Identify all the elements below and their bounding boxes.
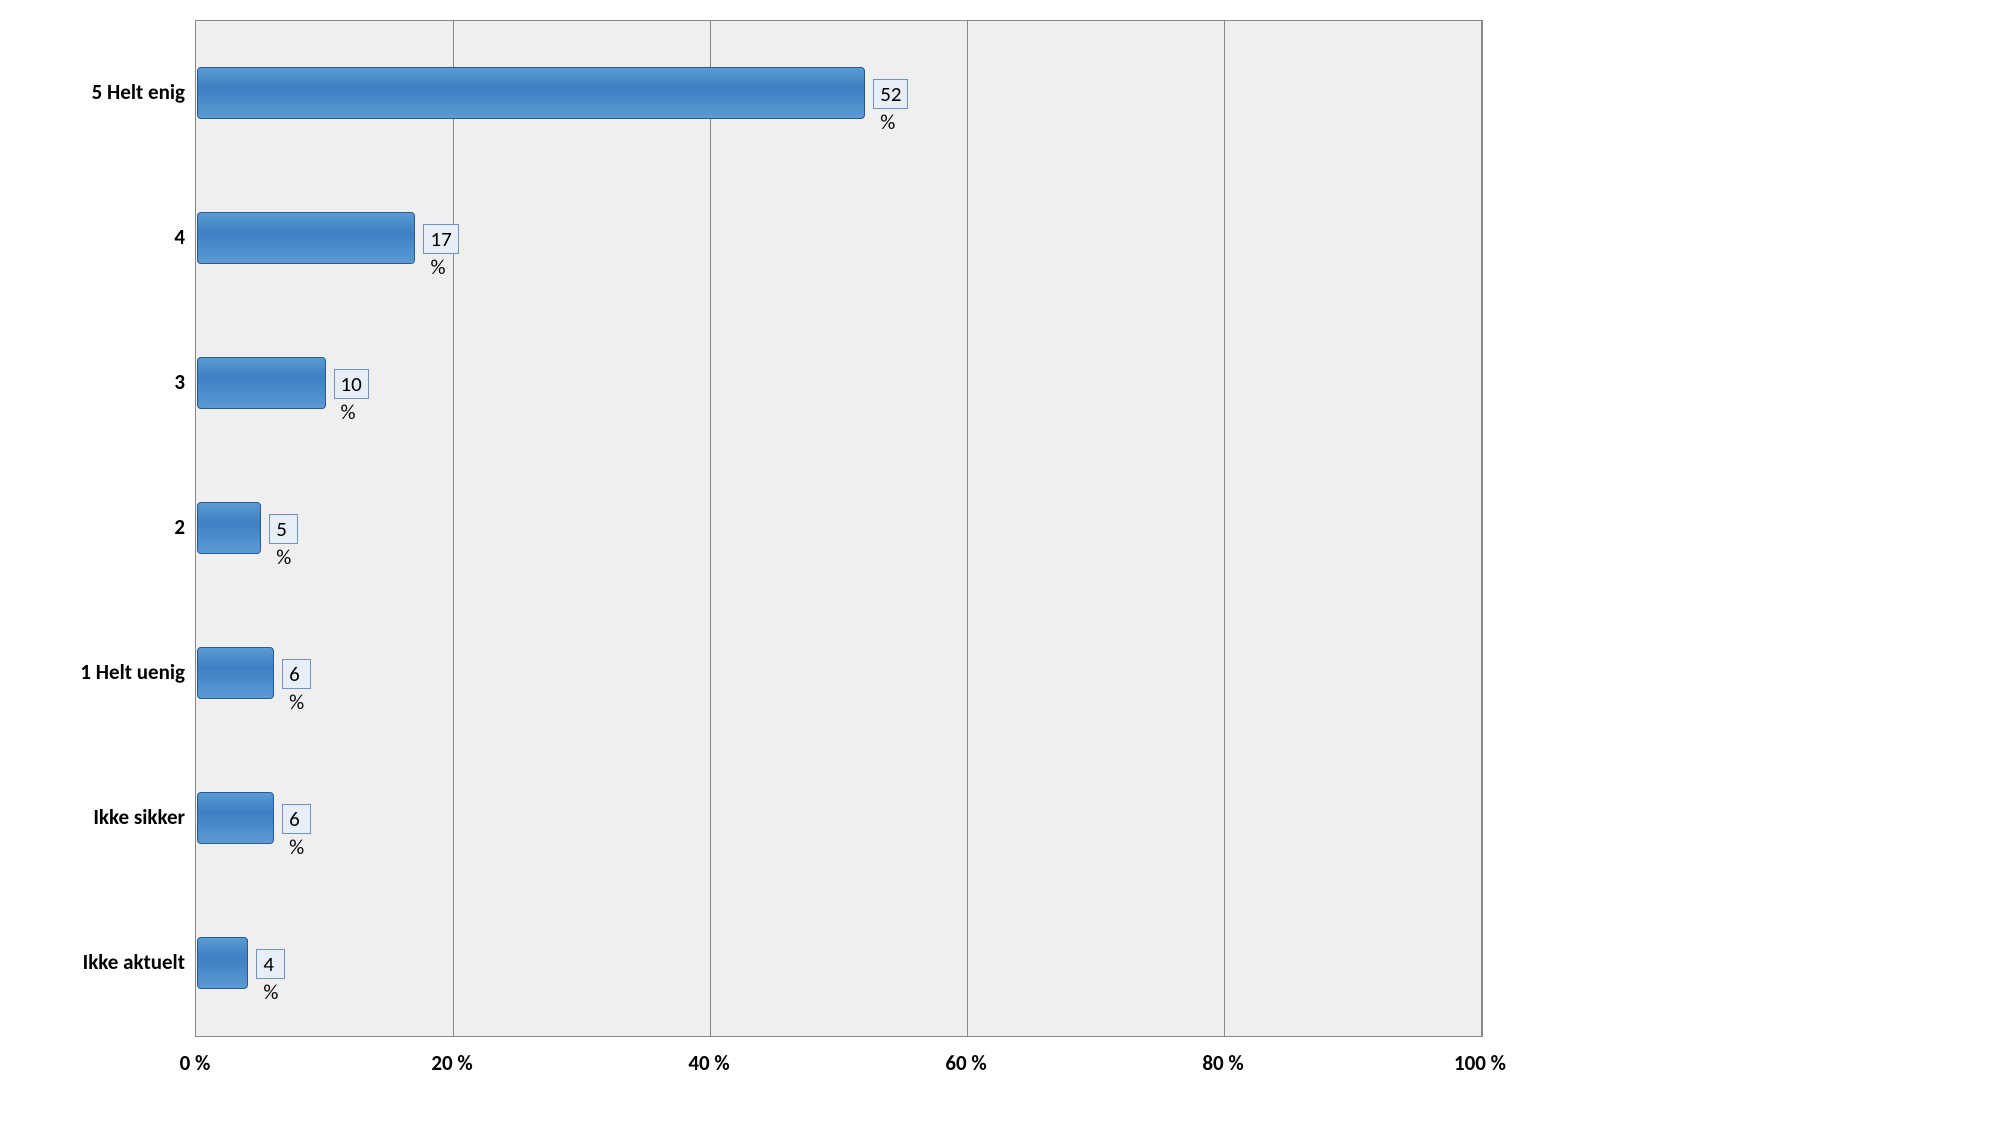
value-label: 6 % <box>282 659 311 689</box>
x-tick-label: 20 % <box>392 1050 512 1076</box>
value-label: 17 % <box>423 224 458 254</box>
bar <box>197 212 415 264</box>
gridline <box>710 21 711 1036</box>
category-label: 1 Helt uenig <box>10 647 185 699</box>
category-label: Ikke sikker <box>10 792 185 844</box>
category-label: 2 <box>10 502 185 554</box>
x-tick-label: 80 % <box>1163 1050 1283 1076</box>
x-tick-label: 60 % <box>906 1050 1026 1076</box>
category-label: Ikke aktuelt <box>10 937 185 989</box>
gridline <box>1224 21 1225 1036</box>
category-label: 5 Helt enig <box>10 67 185 119</box>
bar <box>197 357 326 409</box>
bar <box>197 502 261 554</box>
value-label: 4 % <box>256 949 285 979</box>
value-label: 6 % <box>282 804 311 834</box>
bar <box>197 647 274 699</box>
bar <box>197 67 865 119</box>
bar-chart: 0 % 20 % 40 % 60 % 80 % 100 % 5 Helt enig 52 % 4… <box>10 10 1990 1110</box>
gridline <box>967 21 968 1036</box>
gridline <box>453 21 454 1036</box>
category-label: 3 <box>10 357 185 409</box>
bar <box>197 937 248 989</box>
x-tick-label: 100 % <box>1420 1050 1540 1076</box>
value-label: 5 % <box>269 514 298 544</box>
x-tick-label: 40 % <box>649 1050 769 1076</box>
value-label: 10 % <box>334 369 369 399</box>
value-label: 52 % <box>873 79 908 109</box>
x-tick-label: 0 % <box>135 1050 255 1076</box>
bar <box>197 792 274 844</box>
category-label: 4 <box>10 212 185 264</box>
plot-area <box>195 20 1483 1037</box>
